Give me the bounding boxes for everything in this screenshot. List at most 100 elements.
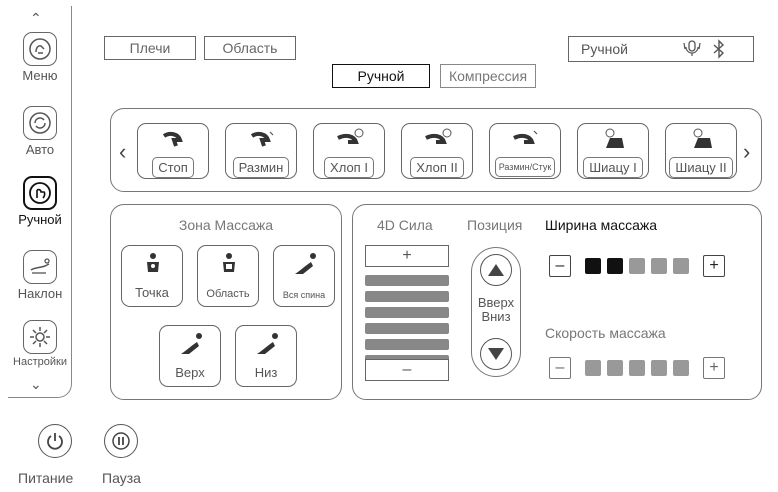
- sidebar-item-recline[interactable]: Наклон: [8, 250, 72, 301]
- program-label: Шиацу I: [583, 156, 643, 178]
- level-square: [629, 258, 645, 274]
- program-label: Размин/Стук: [494, 157, 556, 177]
- width-minus-button[interactable]: –: [549, 255, 571, 277]
- sidebar-item-auto[interactable]: Авто: [8, 106, 72, 157]
- zone-label: Точка: [135, 285, 169, 300]
- area-button-region[interactable]: Область: [204, 36, 296, 60]
- level-square: [607, 258, 623, 274]
- mode-manual-button[interactable]: Ручной: [332, 64, 430, 88]
- triangle-down-icon: [488, 348, 504, 360]
- pause-label: Пауза: [102, 470, 141, 486]
- recline-person-icon: [295, 253, 316, 274]
- stop-hand-icon: [162, 131, 183, 147]
- position-up-button[interactable]: [480, 254, 512, 286]
- force-level-bar: [365, 323, 449, 334]
- sidebar-item-label: Авто: [25, 142, 55, 157]
- recline-person-icon: [181, 333, 202, 354]
- force-level-bar: [365, 291, 449, 302]
- tapping-hand-icon: [425, 128, 452, 144]
- force-title: 4D Сила: [377, 217, 433, 233]
- scroll-up-icon[interactable]: ⌃: [30, 10, 42, 27]
- zone-title: Зона Массажа: [178, 217, 274, 233]
- voice-icon: [681, 39, 703, 62]
- zone-upper-button[interactable]: Верх: [159, 325, 221, 387]
- power-button[interactable]: [38, 424, 72, 458]
- person-region-icon: [223, 253, 235, 272]
- speed-plus-button[interactable]: +: [703, 357, 725, 379]
- auto-cycle-icon: [23, 106, 57, 140]
- program-shiatsu-2[interactable]: Шиацу II: [665, 123, 737, 179]
- programs-next-arrow[interactable]: ›: [743, 139, 750, 165]
- shiatsu-hand-icon: [693, 128, 712, 148]
- tapping-hand-icon: [337, 128, 364, 144]
- program-label: Размин: [232, 156, 290, 178]
- program-shiatsu-1[interactable]: Шиацу I: [577, 123, 649, 179]
- program-stop[interactable]: Стоп: [137, 123, 209, 179]
- level-square: [585, 258, 601, 274]
- pause-button[interactable]: [104, 424, 138, 458]
- sidebar-item-label: Настройки: [13, 356, 67, 368]
- level-square: [607, 360, 623, 376]
- programs-prev-arrow[interactable]: ‹: [119, 139, 126, 165]
- program-label: Хлоп II: [410, 156, 464, 178]
- width-title: Ширина массажа: [545, 217, 658, 233]
- recline-person-icon: [257, 333, 278, 354]
- person-point-icon: [147, 253, 159, 272]
- area-button-shoulders[interactable]: Плечи: [104, 36, 196, 60]
- position-up-label: Вверх: [477, 295, 515, 310]
- power-label: Питание: [18, 470, 74, 486]
- speed-minus-button[interactable]: –: [549, 357, 571, 379]
- program-tapping-1[interactable]: Хлоп I: [313, 123, 385, 179]
- position-down-label: Вниз: [481, 309, 511, 324]
- knead-tap-hand-icon: [513, 130, 538, 144]
- position-down-button[interactable]: [480, 338, 512, 370]
- program-kneading[interactable]: Размин: [225, 123, 297, 179]
- level-square: [673, 360, 689, 376]
- zone-region-button[interactable]: Область: [197, 245, 259, 307]
- width-plus-button[interactable]: +: [703, 255, 725, 277]
- program-label: Шиацу II: [669, 156, 733, 178]
- control-panel: 4D Сила + – Позиция Вверх Вниз Ширина ма…: [352, 204, 762, 400]
- force-level-bar: [365, 307, 449, 318]
- zone-full-back-button[interactable]: Вся спина: [273, 245, 335, 307]
- program-knead-tap[interactable]: Размин/Стук: [489, 123, 561, 179]
- massage-zone-panel: Зона Массажа Точка Область Вся спина Вер…: [110, 204, 342, 400]
- bluetooth-icon: [711, 39, 727, 64]
- sidebar-item-label: Меню: [22, 68, 58, 83]
- force-plus-button[interactable]: +: [365, 245, 449, 267]
- sidebar-item-menu[interactable]: Меню: [8, 32, 72, 83]
- level-square: [585, 360, 601, 376]
- level-square: [673, 258, 689, 274]
- recline-icon: [23, 250, 57, 284]
- triangle-up-icon: [488, 264, 504, 276]
- level-square: [651, 258, 667, 274]
- force-level-bar: [365, 339, 449, 350]
- scroll-down-icon[interactable]: ⌄: [30, 376, 42, 393]
- position-control: Вверх Вниз: [471, 247, 521, 377]
- hand-pointer-icon: [23, 176, 57, 210]
- status-box: Ручной: [568, 36, 754, 62]
- sidebar-item-label: Ручной: [18, 212, 62, 227]
- power-icon: [47, 433, 63, 450]
- sidebar-item-manual[interactable]: Ручной: [8, 176, 72, 227]
- zone-point-button[interactable]: Точка: [121, 245, 183, 307]
- mode-compression-button[interactable]: Компрессия: [440, 64, 536, 88]
- zone-lower-button[interactable]: Низ: [235, 325, 297, 387]
- zone-label: Низ: [254, 365, 278, 380]
- zone-label: Верх: [175, 365, 205, 380]
- gear-icon: [23, 320, 57, 354]
- force-minus-button[interactable]: –: [365, 359, 449, 381]
- position-title: Позиция: [467, 217, 523, 233]
- level-square: [629, 360, 645, 376]
- program-tapping-2[interactable]: Хлоп II: [401, 123, 473, 179]
- zone-label: Вся спина: [282, 290, 326, 300]
- sidebar-item-settings[interactable]: Настройки: [8, 320, 72, 368]
- program-label: Хлоп I: [324, 156, 374, 178]
- speed-title: Скорость массажа: [545, 325, 666, 341]
- status-mode: Ручной: [581, 41, 628, 57]
- zone-label: Область: [206, 288, 250, 300]
- programs-panel: ‹ Стоп Размин Хлоп I Хлоп II Размин/Стук…: [110, 108, 762, 192]
- hand-wave-icon: [23, 32, 57, 66]
- pause-icon: [112, 432, 130, 450]
- sidebar: ⌃ Меню Авто Ручной Наклон Настройки ⌄: [8, 6, 72, 398]
